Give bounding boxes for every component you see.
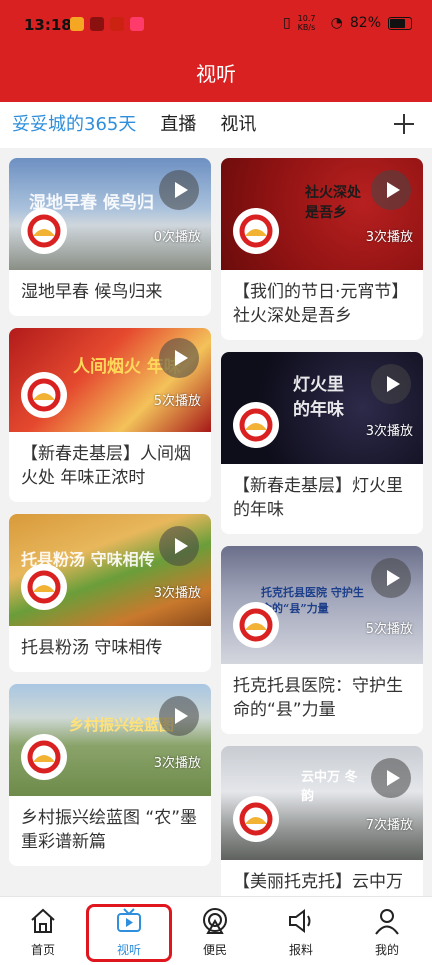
video-thumbnail[interactable]: 托克托县医院 守护生命的“县”力量 5次播放 <box>221 546 423 664</box>
tab-video-news[interactable]: 视讯 <box>208 102 268 148</box>
video-title[interactable]: 托克托县医院：守护生命的“县”力量 <box>221 664 423 734</box>
megaphone-icon <box>289 909 311 933</box>
app-notification-icon <box>70 17 84 31</box>
wifi-icon: ◔ <box>330 15 343 31</box>
video-card[interactable]: 社火深处是吾乡 3次播放 【我们的节日·元宵节】社火深处是吾乡 <box>221 158 423 340</box>
status-right: ▯ 10.7 KB/s ◔ 82% <box>283 14 412 32</box>
bottom-nav: 首页 视听 便民 报料 我的 <box>0 896 432 965</box>
video-card[interactable]: 人间烟火 年味 5次播放 【新春走基层】人间烟火处 年味正浓时 <box>9 328 211 502</box>
play-icon[interactable] <box>159 170 199 210</box>
nav-label: 首页 <box>30 943 55 957</box>
view-count: 5次播放 <box>365 622 413 637</box>
video-title[interactable]: 【新春走基层】灯火里的年味 <box>221 464 423 534</box>
battery-percent: 82% <box>349 15 381 31</box>
page-title: 视听 <box>0 46 432 102</box>
play-icon[interactable] <box>159 526 199 566</box>
user-icon <box>375 909 399 935</box>
network-speed: 10.7 KB/s <box>297 14 316 32</box>
vibrate-icon: ▯ <box>282 15 291 31</box>
video-title[interactable]: 【新春走基层】人间烟火处 年味正浓时 <box>9 432 211 502</box>
app-notification-icon <box>110 17 124 31</box>
nav-video[interactable]: 视听 <box>86 897 172 965</box>
video-thumbnail[interactable]: 灯火里的年味 3次播放 <box>221 352 423 464</box>
status-time: 13:18 <box>24 16 72 34</box>
nav-report[interactable]: 报料 <box>258 897 344 965</box>
tv-icon <box>117 908 141 932</box>
video-title[interactable]: 托县粉汤 守味相传 <box>9 626 211 672</box>
video-title[interactable]: 【美丽托克托】云中万 <box>221 860 423 896</box>
category-tabs: 妥妥城的365天 直播 视讯 <box>0 102 432 148</box>
nav-home[interactable]: 首页 <box>0 897 86 965</box>
nav-label: 视听 <box>116 943 141 957</box>
video-title[interactable]: 湿地早春 候鸟归来 <box>9 270 211 316</box>
app-notification-icon <box>130 17 144 31</box>
channel-logo-icon <box>233 796 279 842</box>
service-icon <box>203 908 227 934</box>
view-count: 3次播放 <box>153 586 201 601</box>
thumbnail-caption: 托克托县医院 守护生命的“县”力量 <box>261 586 364 615</box>
tab-365[interactable]: 妥妥城的365天 <box>0 102 148 148</box>
video-thumbnail[interactable]: 社火深处是吾乡 3次播放 <box>221 158 423 270</box>
feed-column-right: 社火深处是吾乡 3次播放 【我们的节日·元宵节】社火深处是吾乡 灯火里的年味 3… <box>221 158 423 896</box>
video-title[interactable]: 【我们的节日·元宵节】社火深处是吾乡 <box>221 270 423 340</box>
tab-live[interactable]: 直播 <box>148 102 208 148</box>
video-card[interactable]: 云中万 冬韵 7次播放 【美丽托克托】云中万 <box>221 746 423 896</box>
video-feed[interactable]: 湿地早春 候鸟归 0次播放 湿地早春 候鸟归来 人间烟火 年味 5次播放 【新春… <box>0 148 432 896</box>
play-icon[interactable] <box>371 170 411 210</box>
thumbnail-caption: 灯火里的年味 <box>293 375 344 420</box>
view-count: 7次播放 <box>365 818 413 833</box>
video-card[interactable]: 乡村振兴绘蓝图 3次播放 乡村振兴绘蓝图 “农”墨重彩谱新篇 <box>9 684 211 866</box>
video-thumbnail[interactable]: 湿地早春 候鸟归 0次播放 <box>9 158 211 270</box>
view-count: 5次播放 <box>153 394 201 409</box>
thumbnail-caption: 社火深处是吾乡 <box>305 185 361 221</box>
video-card[interactable]: 托克托县医院 守护生命的“县”力量 5次播放 托克托县医院：守护生命的“县”力量 <box>221 546 423 734</box>
status-bar: 13:18 ▯ 10.7 KB/s ◔ 82% <box>0 0 432 46</box>
play-icon[interactable] <box>371 558 411 598</box>
video-card[interactable]: 托县粉汤 守味相传 3次播放 托县粉汤 守味相传 <box>9 514 211 672</box>
play-icon[interactable] <box>159 338 199 378</box>
video-thumbnail[interactable]: 人间烟火 年味 5次播放 <box>9 328 211 432</box>
nav-label: 报料 <box>288 943 313 957</box>
add-channel-icon[interactable] <box>390 110 418 138</box>
video-thumbnail[interactable]: 乡村振兴绘蓝图 3次播放 <box>9 684 211 796</box>
view-count: 3次播放 <box>365 424 413 439</box>
play-icon[interactable] <box>159 696 199 736</box>
nav-label: 便民 <box>202 943 227 957</box>
feed-column-left: 湿地早春 候鸟归 0次播放 湿地早春 候鸟归来 人间烟火 年味 5次播放 【新春… <box>9 158 211 878</box>
view-count: 3次播放 <box>365 230 413 245</box>
video-card[interactable]: 灯火里的年味 3次播放 【新春走基层】灯火里的年味 <box>221 352 423 534</box>
video-thumbnail[interactable]: 托县粉汤 守味相传 3次播放 <box>9 514 211 626</box>
nav-label: 我的 <box>374 943 399 957</box>
view-count: 0次播放 <box>153 230 201 245</box>
channel-logo-icon <box>21 564 67 610</box>
app-notification-icon <box>90 17 104 31</box>
channel-logo-icon <box>21 208 67 254</box>
video-thumbnail[interactable]: 云中万 冬韵 7次播放 <box>221 746 423 860</box>
video-title[interactable]: 乡村振兴绘蓝图 “农”墨重彩谱新篇 <box>9 796 211 866</box>
play-icon[interactable] <box>371 364 411 404</box>
battery-icon <box>388 16 412 30</box>
play-icon[interactable] <box>371 758 411 798</box>
view-count: 3次播放 <box>153 756 201 771</box>
nav-service[interactable]: 便民 <box>172 897 258 965</box>
channel-logo-icon <box>233 208 279 254</box>
channel-logo-icon <box>233 402 279 448</box>
video-card[interactable]: 湿地早春 候鸟归 0次播放 湿地早春 候鸟归来 <box>9 158 211 316</box>
channel-logo-icon <box>21 372 67 418</box>
channel-logo-icon <box>233 602 279 648</box>
thumbnail-caption: 云中万 冬韵 <box>301 770 358 804</box>
home-icon <box>31 908 55 933</box>
nav-mine[interactable]: 我的 <box>344 897 430 965</box>
channel-logo-icon <box>21 734 67 780</box>
